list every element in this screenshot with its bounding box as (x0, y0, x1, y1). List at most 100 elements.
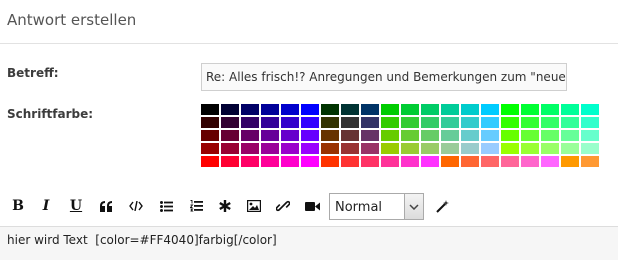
color-swatch[interactable] (341, 104, 359, 115)
color-swatch[interactable] (521, 156, 539, 167)
color-swatch[interactable] (341, 143, 359, 154)
color-swatch[interactable] (361, 156, 379, 167)
color-swatch[interactable] (221, 143, 239, 154)
bullet-list-button[interactable] (154, 190, 178, 222)
color-swatch[interactable] (561, 104, 579, 115)
color-swatch[interactable] (281, 117, 299, 128)
color-swatch[interactable] (221, 156, 239, 167)
color-swatch[interactable] (381, 130, 399, 141)
color-swatch[interactable] (221, 104, 239, 115)
color-swatch[interactable] (421, 117, 439, 128)
color-swatch[interactable] (281, 130, 299, 141)
color-swatch[interactable] (461, 143, 479, 154)
color-swatch[interactable] (421, 104, 439, 115)
color-swatch[interactable] (481, 143, 499, 154)
color-swatch[interactable] (441, 130, 459, 141)
color-swatch[interactable] (301, 130, 319, 141)
quote-button[interactable] (94, 190, 118, 222)
color-swatch[interactable] (341, 117, 359, 128)
color-swatch[interactable] (541, 104, 559, 115)
color-swatch[interactable] (241, 143, 259, 154)
subject-input[interactable]: Re: Alles frisch!? Anregungen und Bemerk… (201, 63, 567, 91)
italic-button[interactable]: I (34, 190, 58, 222)
color-swatch[interactable] (201, 143, 219, 154)
color-swatch[interactable] (401, 104, 419, 115)
color-swatch[interactable] (521, 117, 539, 128)
color-swatch[interactable] (501, 104, 519, 115)
color-swatch[interactable] (441, 156, 459, 167)
color-swatch[interactable] (321, 130, 339, 141)
color-swatch[interactable] (221, 117, 239, 128)
color-swatch[interactable] (241, 104, 259, 115)
color-swatch[interactable] (541, 117, 559, 128)
color-swatch[interactable] (261, 156, 279, 167)
color-swatch[interactable] (441, 143, 459, 154)
color-swatch[interactable] (581, 156, 599, 167)
color-swatch[interactable] (481, 104, 499, 115)
color-swatch[interactable] (361, 130, 379, 141)
color-swatch[interactable] (581, 104, 599, 115)
color-swatch[interactable] (501, 143, 519, 154)
color-swatch[interactable] (361, 104, 379, 115)
color-swatch[interactable] (521, 143, 539, 154)
image-button[interactable] (242, 190, 266, 222)
font-size-select[interactable]: Normal (329, 193, 424, 220)
color-swatch[interactable] (321, 156, 339, 167)
underline-button[interactable]: U (64, 190, 88, 222)
color-swatch[interactable] (201, 117, 219, 128)
video-button[interactable] (300, 190, 324, 222)
color-swatch[interactable] (581, 130, 599, 141)
color-swatch[interactable] (461, 156, 479, 167)
color-swatch[interactable] (381, 143, 399, 154)
color-swatch[interactable] (461, 130, 479, 141)
color-swatch[interactable] (441, 117, 459, 128)
color-swatch[interactable] (501, 130, 519, 141)
color-swatch[interactable] (421, 143, 439, 154)
color-swatch[interactable] (221, 130, 239, 141)
color-swatch[interactable] (201, 156, 219, 167)
color-swatch[interactable] (261, 130, 279, 141)
code-button[interactable] (124, 190, 148, 222)
color-swatch[interactable] (561, 156, 579, 167)
color-swatch[interactable] (361, 117, 379, 128)
color-swatch[interactable] (581, 117, 599, 128)
color-swatch[interactable] (321, 143, 339, 154)
color-swatch[interactable] (521, 130, 539, 141)
color-swatch[interactable] (201, 130, 219, 141)
color-swatch[interactable] (461, 117, 479, 128)
color-swatch[interactable] (241, 117, 259, 128)
color-swatch[interactable] (321, 117, 339, 128)
color-swatch[interactable] (201, 104, 219, 115)
color-swatch[interactable] (361, 143, 379, 154)
color-swatch[interactable] (481, 156, 499, 167)
color-swatch[interactable] (281, 156, 299, 167)
color-swatch[interactable] (401, 143, 419, 154)
color-swatch[interactable] (521, 104, 539, 115)
color-swatch[interactable] (301, 143, 319, 154)
color-swatch[interactable] (501, 156, 519, 167)
color-swatch[interactable] (241, 156, 259, 167)
color-swatch[interactable] (281, 104, 299, 115)
color-swatch[interactable] (301, 156, 319, 167)
color-swatch[interactable] (401, 117, 419, 128)
color-swatch[interactable] (421, 130, 439, 141)
color-swatch[interactable] (341, 130, 359, 141)
color-swatch[interactable] (401, 130, 419, 141)
message-editor[interactable]: hier wird Text [color=#FF4040]farbig[/co… (0, 226, 618, 260)
color-swatch[interactable] (581, 143, 599, 154)
color-swatch[interactable] (301, 104, 319, 115)
color-swatch[interactable] (261, 117, 279, 128)
spoiler-button[interactable] (213, 190, 237, 222)
color-swatch[interactable] (441, 104, 459, 115)
color-swatch[interactable] (561, 117, 579, 128)
color-swatch[interactable] (381, 117, 399, 128)
color-swatch[interactable] (261, 143, 279, 154)
color-swatch[interactable] (561, 143, 579, 154)
remove-format-button[interactable] (430, 193, 454, 219)
color-swatch[interactable] (321, 104, 339, 115)
color-swatch[interactable] (241, 130, 259, 141)
color-swatch[interactable] (381, 156, 399, 167)
color-swatch[interactable] (261, 104, 279, 115)
color-swatch[interactable] (541, 143, 559, 154)
color-swatch[interactable] (481, 130, 499, 141)
